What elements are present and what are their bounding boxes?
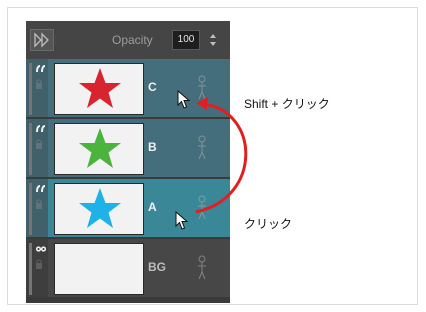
puppet-figure-icon	[198, 135, 206, 160]
layer-row-c[interactable]: C	[26, 59, 230, 119]
lock-icon[interactable]	[35, 79, 43, 89]
click-caption: クリック	[244, 217, 293, 231]
layer-strip	[29, 63, 32, 115]
layer-thumbnail	[54, 123, 144, 175]
layer-strip	[29, 183, 32, 235]
visibility-icon[interactable]	[35, 185, 47, 193]
lock-icon[interactable]	[35, 199, 43, 209]
double-triangle-right-icon	[34, 32, 49, 48]
layer-gutter	[26, 179, 48, 237]
opacity-input[interactable]: 100	[172, 30, 200, 50]
puppet-figure-icon	[198, 255, 206, 280]
layer-list: C B A BG	[26, 59, 230, 299]
visibility-icon[interactable]	[35, 65, 47, 73]
lock-icon[interactable]	[35, 259, 43, 269]
lock-icon[interactable]	[35, 139, 43, 149]
layer-strip	[29, 123, 32, 175]
mouse-cursor-icon	[177, 90, 191, 109]
spinner-arrows-icon[interactable]	[208, 33, 218, 47]
star-icon	[79, 68, 121, 108]
puppet-figure-icon	[198, 195, 206, 220]
layer-thumbnail	[54, 243, 144, 295]
star-icon	[79, 188, 121, 228]
layer-gutter	[26, 119, 48, 177]
layer-name: C	[148, 80, 157, 94]
star-icon	[79, 128, 121, 168]
layer-name: A	[148, 200, 157, 214]
puppet-figure-icon	[198, 75, 206, 100]
layers-panel: Opacity 100 C B A BG	[26, 21, 230, 303]
visibility-icon[interactable]	[35, 245, 47, 253]
layer-gutter	[26, 239, 48, 297]
shift-click-caption: Shift + クリック	[244, 97, 330, 111]
layer-row-b[interactable]: B	[26, 119, 230, 179]
opacity-label: Opacity	[112, 33, 153, 47]
layer-thumbnail	[54, 183, 144, 235]
visibility-icon[interactable]	[35, 125, 47, 133]
layer-row-a[interactable]: A	[26, 179, 230, 239]
layer-name: B	[148, 140, 157, 154]
layer-name: BG	[148, 260, 166, 274]
layer-thumbnail	[54, 63, 144, 115]
mouse-cursor-icon	[175, 211, 189, 230]
layer-row-bg[interactable]: BG	[26, 239, 230, 299]
layers-toolbar: Opacity 100	[26, 21, 230, 59]
layer-strip	[29, 243, 32, 295]
layer-gutter	[26, 59, 48, 117]
forward-button[interactable]	[30, 29, 54, 51]
